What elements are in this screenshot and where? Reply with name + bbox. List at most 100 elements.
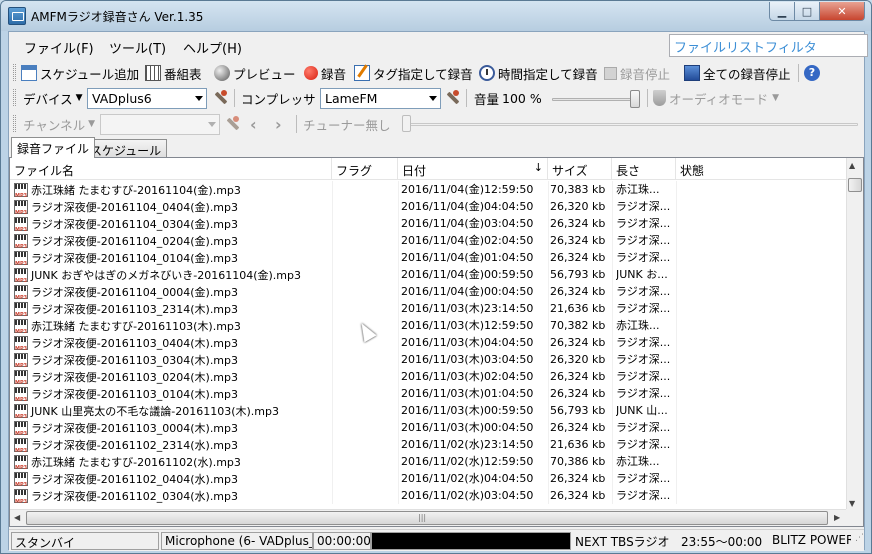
- column-divider: [398, 487, 399, 504]
- preview-button[interactable]: プレビュー: [214, 64, 296, 82]
- program-table-button[interactable]: 番組表: [145, 64, 202, 82]
- table-row[interactable]: ラジオ深夜便-20161102_0404(水).mp3 2016/11/02(水)…: [10, 470, 851, 487]
- toolbar-grip[interactable]: [13, 64, 16, 81]
- table-row[interactable]: ラジオ深夜便-20161102_2314(水).mp3 2016/11/02(水)…: [10, 436, 851, 453]
- device-value: VADplus6: [92, 91, 152, 106]
- channel-select[interactable]: [100, 114, 220, 135]
- table-row[interactable]: ラジオ深夜便-20161102_0304(水).mp3 2016/11/02(水)…: [10, 487, 851, 504]
- tuner-slider[interactable]: [403, 123, 858, 126]
- scroll-down-icon[interactable]: ▼: [849, 499, 855, 508]
- status-input-device: Microphone (6- VADplus_: [161, 532, 313, 550]
- channel-settings-button[interactable]: [224, 115, 243, 133]
- table-row[interactable]: ラジオ深夜便-20161103_2314(木).mp3 2016/11/03(木)…: [10, 300, 851, 317]
- schedule-add-button[interactable]: スケジュール追加: [21, 64, 139, 82]
- app-icon[interactable]: [8, 7, 26, 25]
- column-header-status[interactable]: 状態: [676, 158, 851, 180]
- column-divider: [398, 181, 399, 198]
- record-icon: [304, 66, 318, 80]
- volume-slider-thumb[interactable]: [630, 90, 640, 108]
- column-header-date-label: 日付: [402, 164, 427, 178]
- menu-help[interactable]: ヘルプ(H): [183, 38, 242, 57]
- tag-record-button[interactable]: タグ指定して録音: [354, 64, 473, 82]
- cell-date: 2016/11/04(金)02:04:50: [401, 234, 534, 247]
- status-next-time: 23:55～00:00: [681, 535, 763, 549]
- cell-status: [678, 471, 848, 487]
- column-header-date[interactable]: 日付 ↓: [398, 158, 548, 180]
- title-bar[interactable]: AMFMラジオ録音さん Ver.1.35 ▁ □ ✕: [1, 1, 871, 31]
- table-row[interactable]: 赤江珠緒 たまむすび-20161104(金).mp3 2016/11/04(金)1…: [10, 181, 851, 198]
- horizontal-scrollbar[interactable]: ◀ ||| ▶: [10, 509, 848, 526]
- time-record-button[interactable]: 時間指定して録音: [479, 64, 598, 82]
- file-list-filter-input[interactable]: ファイルリストフィルタ: [669, 34, 868, 57]
- table-row[interactable]: ラジオ深夜便-20161104_0404(金).mp3 2016/11/04(金)…: [10, 198, 851, 215]
- compressor-select[interactable]: LameFM: [320, 88, 441, 109]
- stop-all-button[interactable]: 全ての録音停止: [684, 64, 791, 82]
- column-header-size[interactable]: サイズ: [548, 158, 612, 180]
- column-divider: [676, 351, 677, 368]
- maximize-button[interactable]: □: [794, 2, 820, 21]
- mp3-file-icon: [14, 285, 28, 300]
- table-row[interactable]: 赤江珠緒 たまむすび-20161102(水).mp3 2016/11/02(水)1…: [10, 453, 851, 470]
- tab-recorded-files[interactable]: 録音ファイル: [11, 137, 96, 158]
- help-button[interactable]: ?: [804, 64, 823, 82]
- column-divider: [676, 249, 677, 266]
- vertical-scrollbar[interactable]: ▲ ▼: [846, 158, 863, 511]
- table-row[interactable]: ラジオ深夜便-20161103_0304(木).mp3 2016/11/03(木)…: [10, 351, 851, 368]
- cell-length: 赤江珠...: [616, 319, 660, 332]
- horizontal-scroll-thumb[interactable]: [26, 511, 828, 525]
- prev-channel-button[interactable]: ‹: [250, 115, 257, 134]
- tag-edit-icon: [354, 65, 370, 81]
- table-row[interactable]: ラジオ深夜便-20161103_0104(木).mp3 2016/11/03(木)…: [10, 385, 851, 402]
- close-button[interactable]: ✕: [819, 2, 865, 21]
- menu-tools[interactable]: ツール(T): [109, 38, 166, 57]
- table-row[interactable]: JUNK おぎやはぎのメガネびいき-20161104(金).mp3 2016/11…: [10, 266, 851, 283]
- column-divider: [612, 368, 613, 385]
- stop-record-button[interactable]: 録音停止: [604, 64, 670, 82]
- column-divider: [612, 198, 613, 215]
- column-divider: [332, 470, 333, 487]
- table-row[interactable]: 赤江珠緒 たまむすび-20161103(木).mp3 2016/11/03(木)1…: [10, 317, 851, 334]
- channel-dropdown-button[interactable]: チャンネル ▼: [23, 115, 95, 133]
- tab-schedule[interactable]: スケジュール: [84, 139, 168, 158]
- shield-icon: [653, 90, 666, 106]
- scroll-up-icon[interactable]: ▲: [849, 161, 855, 170]
- audio-mode-button[interactable]: オーディオモード ▼: [653, 89, 779, 107]
- resize-grip-icon[interactable]: ⋰: [852, 532, 864, 550]
- scroll-right-icon[interactable]: ▶: [834, 513, 840, 522]
- column-header-flag[interactable]: フラグ: [332, 158, 398, 180]
- cell-size: 26,320 kb: [550, 353, 606, 366]
- column-header-length[interactable]: 長さ: [612, 158, 676, 180]
- table-row[interactable]: ラジオ深夜便-20161103_0004(木).mp3 2016/11/03(木)…: [10, 419, 851, 436]
- device-dropdown-button[interactable]: デバイス ▼: [23, 89, 83, 107]
- table-row[interactable]: ラジオ深夜便-20161104_0204(金).mp3 2016/11/04(金)…: [10, 232, 851, 249]
- column-divider: [332, 351, 333, 368]
- record-button[interactable]: 録音: [304, 64, 346, 82]
- device-settings-button[interactable]: [212, 89, 231, 107]
- table-row[interactable]: ラジオ深夜便-20161103_0404(木).mp3 2016/11/03(木)…: [10, 334, 851, 351]
- cell-flag: [334, 369, 398, 385]
- volume-slider[interactable]: [552, 98, 636, 101]
- next-channel-button[interactable]: ›: [275, 115, 282, 134]
- table-row[interactable]: ラジオ深夜便-20161104_0104(金).mp3 2016/11/04(金)…: [10, 249, 851, 266]
- minimize-button[interactable]: ▁: [769, 2, 795, 21]
- tuner-slider-thumb[interactable]: [402, 115, 411, 132]
- scroll-left-icon[interactable]: ◀: [14, 513, 20, 522]
- column-divider: [332, 453, 333, 470]
- table-row[interactable]: ラジオ深夜便-20161104_0304(金).mp3 2016/11/04(金)…: [10, 215, 851, 232]
- table-row[interactable]: ラジオ深夜便-20161104_0004(金).mp3 2016/11/04(金)…: [10, 283, 851, 300]
- table-row[interactable]: JUNK 山里亮太の不毛な議論-20161103(木).mp3 2016/11/0…: [10, 402, 851, 419]
- device-select[interactable]: VADplus6: [87, 88, 207, 109]
- table-row[interactable]: ラジオ深夜便-20161103_0204(木).mp3 2016/11/03(木)…: [10, 368, 851, 385]
- toolbar-grip[interactable]: [13, 115, 16, 132]
- vertical-scroll-thumb[interactable]: [848, 178, 862, 192]
- recorded-files-list[interactable]: ファイル名 フラグ 日付 ↓ サイズ 長さ 状態 赤江珠緒 たまむすび-2016…: [9, 157, 864, 527]
- column-divider: [332, 266, 333, 283]
- cell-flag: [334, 199, 398, 215]
- column-header-filename[interactable]: ファイル名: [10, 158, 332, 180]
- compressor-settings-button[interactable]: [444, 89, 463, 107]
- toolbar-grip[interactable]: [13, 89, 16, 106]
- column-divider: [612, 266, 613, 283]
- mp3-file-icon: [14, 421, 28, 436]
- menu-file[interactable]: ファイル(F): [24, 38, 94, 57]
- cell-status: [678, 182, 848, 198]
